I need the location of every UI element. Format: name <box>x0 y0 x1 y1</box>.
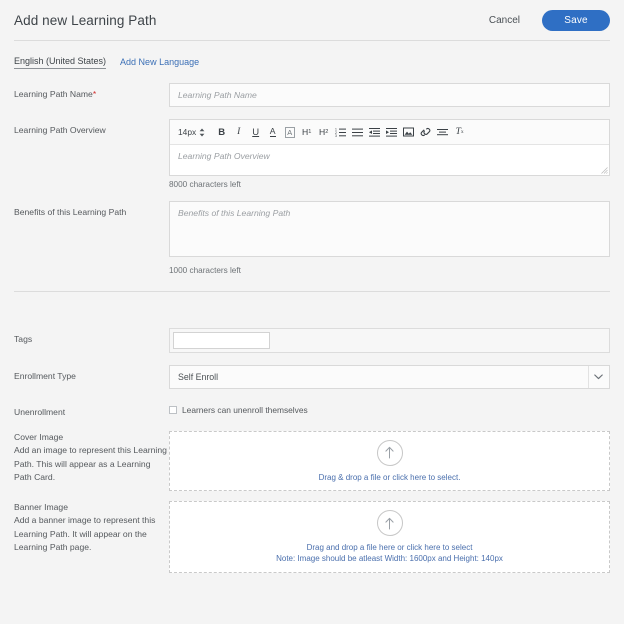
bold-icon[interactable]: B <box>213 124 230 141</box>
benefits-character-counter: 1000 characters left <box>169 266 610 275</box>
add-learning-path-page: Add new Learning Path Cancel Save Englis… <box>0 0 624 624</box>
font-size-stepper-icon <box>199 128 205 137</box>
field-benefits: 1000 characters left <box>169 201 610 275</box>
benefits-textarea[interactable] <box>169 201 610 257</box>
banner-image-dropzone[interactable]: Drag and drop a file here or click here … <box>169 501 610 573</box>
field-row-benefits: Benefits of this Learning Path 1000 char… <box>14 201 610 275</box>
select-separator <box>588 366 589 388</box>
label-cover-image: Cover Image Add an image to represent th… <box>14 431 169 484</box>
cover-dropzone-text: Drag & drop a file or click here to sele… <box>319 472 461 483</box>
unenrollment-checkbox-row[interactable]: Learners can unenroll themselves <box>169 401 610 415</box>
upload-arrow-icon <box>377 510 403 536</box>
save-button[interactable]: Save <box>542 10 610 31</box>
resize-handle-icon[interactable] <box>601 167 608 174</box>
enrollment-type-select[interactable]: Self Enroll <box>169 365 610 389</box>
banner-dropzone-text: Drag and drop a file here or click here … <box>307 542 473 553</box>
rich-text-editor: 14px B I U A A H1 H2 <box>169 119 610 176</box>
header-actions: Cancel Save <box>483 10 610 31</box>
rich-text-toolbar: 14px B I U A A H1 H2 <box>170 120 609 145</box>
field-learning-path-name <box>169 83 610 107</box>
insert-link-icon[interactable] <box>417 124 434 141</box>
field-enrollment-type: Self Enroll <box>169 365 610 389</box>
required-marker: * <box>93 89 96 99</box>
label-text: Learning Path Name <box>14 89 93 99</box>
section-divider <box>14 291 610 292</box>
banner-image-title: Banner Image <box>14 501 169 514</box>
page-title: Add new Learning Path <box>14 13 156 28</box>
language-tabs: English (United States) Add New Language <box>0 41 624 69</box>
rich-text-editor-body[interactable]: Learning Path Overview <box>170 145 609 175</box>
font-size-selector[interactable]: 14px <box>178 127 205 137</box>
label-unenrollment: Unenrollment <box>14 401 169 419</box>
field-tags <box>169 328 610 353</box>
form-section-settings: Tags Enrollment Type Self Enroll <box>0 314 624 573</box>
banner-image-description: Add a banner image to represent this Lea… <box>14 514 169 554</box>
tab-english-united-states[interactable]: English (United States) <box>14 56 106 69</box>
underline-icon[interactable]: U <box>247 124 264 141</box>
field-row-learning-path-overview: Learning Path Overview 14px B I U A <box>14 119 610 189</box>
field-row-tags: Tags <box>14 328 610 353</box>
unenroll-checkbox-label[interactable]: Learners can unenroll themselves <box>182 405 308 415</box>
field-row-cover-image: Cover Image Add an image to represent th… <box>14 431 610 491</box>
tags-container[interactable] <box>169 328 610 353</box>
label-learning-path-overview: Learning Path Overview <box>14 119 169 137</box>
unenroll-checkbox[interactable] <box>169 406 177 414</box>
field-learning-path-overview: 14px B I U A A H1 H2 <box>169 119 610 189</box>
field-unenrollment: Learners can unenroll themselves <box>169 401 610 415</box>
insert-image-icon[interactable] <box>400 124 417 141</box>
banner-dropzone-note: Note: Image should be atleast Width: 160… <box>276 553 503 564</box>
outdent-icon[interactable] <box>366 124 383 141</box>
field-banner-image: Drag and drop a file here or click here … <box>169 501 610 573</box>
indent-icon[interactable] <box>383 124 400 141</box>
page-header: Add new Learning Path Cancel Save <box>0 0 624 40</box>
form-section-details: Learning Path Name* Learning Path Overvi… <box>0 69 624 275</box>
heading-2-icon[interactable]: H2 <box>315 124 332 141</box>
text-color-icon[interactable]: A <box>264 124 281 141</box>
clear-formatting-icon[interactable]: Tx <box>451 124 468 141</box>
overview-character-counter: 8000 characters left <box>169 180 610 189</box>
ordered-list-icon[interactable]: 1 2 3 <box>332 124 349 141</box>
field-row-enrollment-type: Enrollment Type Self Enroll <box>14 365 610 389</box>
label-banner-image: Banner Image Add a banner image to repre… <box>14 501 169 554</box>
field-cover-image: Drag & drop a file or click here to sele… <box>169 431 610 491</box>
field-row-learning-path-name: Learning Path Name* <box>14 83 610 107</box>
cancel-button[interactable]: Cancel <box>483 11 526 30</box>
field-row-unenrollment: Unenrollment Learners can unenroll thems… <box>14 401 610 419</box>
field-row-banner-image: Banner Image Add a banner image to repre… <box>14 501 610 573</box>
unordered-list-icon[interactable] <box>349 124 366 141</box>
upload-arrow-icon <box>377 440 403 466</box>
label-tags: Tags <box>14 328 169 346</box>
cover-image-dropzone[interactable]: Drag & drop a file or click here to sele… <box>169 431 610 491</box>
svg-text:3: 3 <box>335 134 337 137</box>
italic-icon[interactable]: I <box>230 124 247 141</box>
font-size-value: 14px <box>178 127 196 137</box>
learning-path-name-input[interactable] <box>169 83 610 107</box>
heading-1-icon[interactable]: H1 <box>298 124 315 141</box>
label-benefits: Benefits of this Learning Path <box>14 201 169 219</box>
enrollment-type-value[interactable]: Self Enroll <box>169 365 610 389</box>
cover-image-title: Cover Image <box>14 431 169 444</box>
label-learning-path-name: Learning Path Name* <box>14 83 169 101</box>
align-icon[interactable] <box>434 124 451 141</box>
cover-image-description: Add an image to represent this Learning … <box>14 444 169 484</box>
add-new-language-link[interactable]: Add New Language <box>120 57 199 69</box>
tags-input[interactable] <box>173 332 270 349</box>
highlight-color-icon[interactable]: A <box>281 124 298 141</box>
label-enrollment-type: Enrollment Type <box>14 365 169 383</box>
